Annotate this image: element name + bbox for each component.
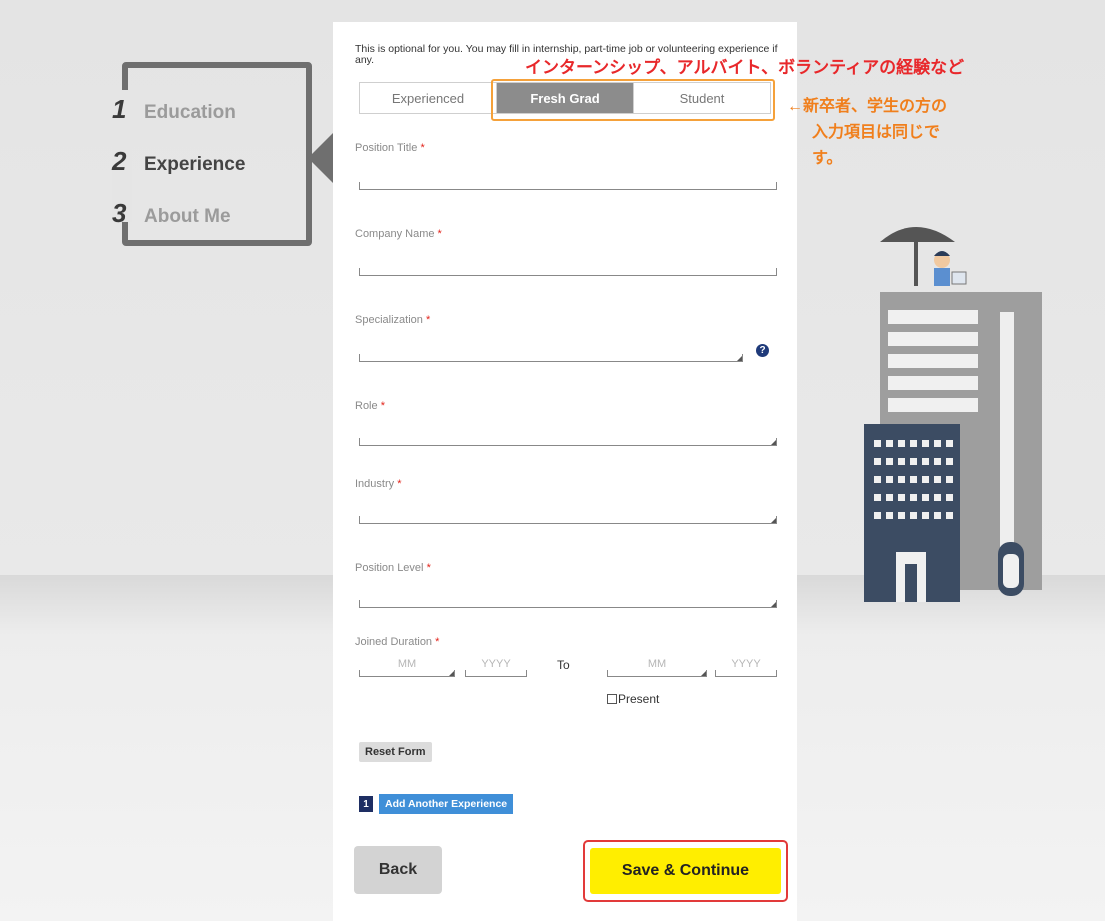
door-frame: [905, 564, 917, 602]
step-number: 3: [112, 198, 127, 228]
placeholder: MM: [647, 658, 667, 670]
annotation-same-fields-note: ←新卒者、学生の方の 入力項目は同じです。: [787, 94, 967, 172]
experience-count-badge[interactable]: 1: [359, 796, 373, 812]
checkbox-box[interactable]: [607, 694, 617, 704]
help-icon[interactable]: ?: [756, 344, 769, 357]
step-label: About Me: [144, 206, 231, 227]
required-mark: *: [397, 478, 402, 490]
present-checkbox[interactable]: Present: [607, 692, 659, 706]
entrance-glass: [1003, 554, 1019, 588]
step-navigator: 1 Education 2 Experience 3 About Me: [112, 62, 334, 248]
back-button[interactable]: Back: [354, 846, 442, 894]
label-text: Position Level: [355, 562, 424, 574]
label-text: Company Name: [355, 228, 435, 240]
label-text: Industry: [355, 478, 395, 490]
tabs-highlight-box: [491, 79, 775, 121]
step-pointer: [308, 132, 334, 184]
required-mark: *: [420, 142, 425, 154]
position-title-label: Position Title *: [355, 142, 425, 154]
label-text: Joined Duration: [355, 636, 433, 648]
role-label: Role *: [355, 400, 385, 412]
present-label: Present: [618, 692, 660, 706]
building-band: [888, 310, 978, 324]
position-level-select[interactable]: [359, 600, 777, 608]
required-mark: *: [435, 636, 440, 648]
label-text: Specialization: [355, 314, 423, 326]
placeholder: MM: [397, 658, 417, 670]
step-about-me[interactable]: 3 About Me: [112, 198, 231, 229]
industry-select[interactable]: [359, 516, 777, 524]
to-label: To: [557, 658, 570, 672]
add-another-experience-button[interactable]: Add Another Experience: [379, 794, 514, 814]
joined-duration-label: Joined Duration *: [355, 636, 439, 648]
office-building-illustration: [864, 227, 1042, 602]
placeholder: YYYY: [481, 658, 511, 670]
company-name-input[interactable]: [359, 268, 777, 276]
label-text: Position Title: [355, 142, 418, 154]
from-year-input[interactable]: YYYY: [465, 658, 527, 677]
step-education[interactable]: 1 Education: [112, 94, 236, 125]
save-continue-button[interactable]: Save & Continue: [590, 848, 781, 894]
reset-form-button[interactable]: Reset Form: [359, 742, 432, 762]
role-select[interactable]: [359, 438, 777, 446]
specialization-select[interactable]: [359, 354, 743, 362]
step-label: Experience: [144, 154, 246, 175]
annotation-line: ←新卒者、学生の方の: [787, 98, 948, 115]
building-band: [888, 332, 978, 346]
required-mark: *: [425, 314, 431, 326]
person-hair: [934, 251, 950, 256]
annotation-internship-note: インターンシップ、アルバイト、ボランティアの経験など: [525, 58, 965, 77]
underline: [359, 670, 455, 677]
add-experience-row: 1 Add Another Experience: [359, 794, 514, 814]
required-mark: *: [426, 562, 431, 574]
building-band: [888, 398, 978, 412]
from-month-select[interactable]: MM: [359, 658, 455, 677]
step-number: 2: [112, 146, 127, 176]
to-year-input[interactable]: YYYY: [715, 658, 777, 677]
underline: [607, 670, 707, 677]
position-level-label: Position Level *: [355, 562, 431, 574]
position-title-input[interactable]: [359, 182, 777, 190]
laptop-icon: [951, 271, 967, 285]
step-experience[interactable]: 2 Experience: [112, 146, 245, 177]
label-text: Role: [355, 400, 378, 412]
company-name-label: Company Name *: [355, 228, 442, 240]
umbrella-pole: [914, 236, 918, 286]
underline: [465, 670, 527, 677]
specialization-label: Specialization *: [355, 314, 430, 326]
step-label: Education: [144, 102, 236, 123]
placeholder: YYYY: [731, 658, 761, 670]
industry-label: Industry *: [355, 478, 401, 490]
building-band: [888, 354, 978, 368]
underline: [715, 670, 777, 677]
required-mark: *: [437, 228, 442, 240]
step-number: 1: [112, 94, 127, 124]
experience-form: This is optional for you. You may fill i…: [333, 22, 797, 921]
to-month-select[interactable]: MM: [607, 658, 707, 677]
annotation-line: 入力項目は同じです。: [812, 124, 941, 167]
building-band: [888, 376, 978, 390]
required-mark: *: [380, 400, 385, 412]
person-body: [934, 268, 950, 286]
tab-experienced[interactable]: Experienced: [360, 83, 497, 113]
